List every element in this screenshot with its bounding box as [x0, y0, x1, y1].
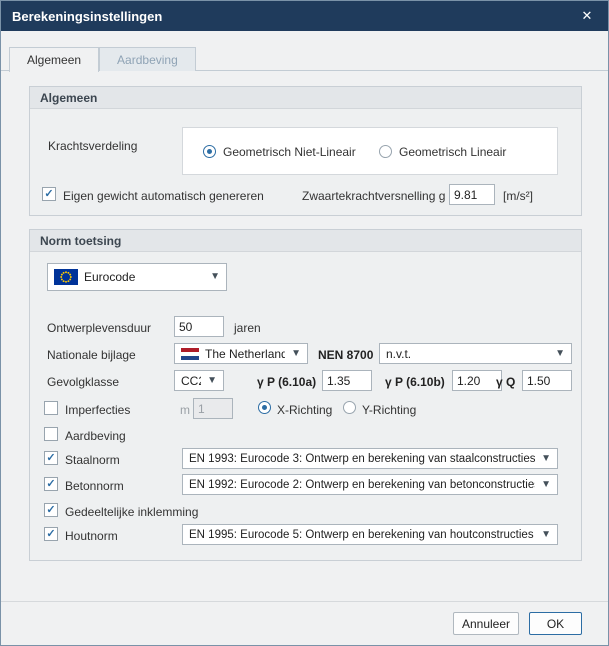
krachtsverdeling-label: Krachtsverdeling	[48, 139, 137, 153]
tab-algemeen-label: Algemeen	[27, 53, 81, 67]
staalnorm-label: Staalnorm	[65, 453, 120, 467]
footer-divider	[1, 601, 608, 602]
checkbox-aardbeving[interactable]	[44, 427, 58, 441]
titlebar[interactable]: Berekeningsinstellingen ✕	[1, 1, 608, 31]
ontwerplevensduur-unit: jaren	[234, 321, 261, 335]
radio-y-richting[interactable]	[343, 401, 356, 414]
checkbox-houtnorm[interactable]: ✓	[44, 527, 58, 541]
houtnorm-label: Houtnorm	[65, 529, 118, 543]
staalnorm-value: EN 1993: Eurocode 3: Ontwerp en berekeni…	[189, 453, 535, 465]
zwaartekracht-unit: [m/s²]	[503, 189, 533, 203]
dropdown-arrow-icon[interactable]: ▼	[541, 480, 551, 490]
radio-geometrisch-lineair[interactable]	[379, 145, 392, 158]
krachtsverdeling-panel: Geometrisch Niet-Lineair Geometrisch Lin…	[182, 127, 558, 175]
aardbeving-label: Aardbeving	[65, 429, 126, 443]
dialog-title: Berekeningsinstellingen	[12, 9, 162, 24]
ontwerplevensduur-input[interactable]	[174, 316, 224, 337]
betonnorm-label: Betonnorm	[65, 479, 124, 493]
nen8700-select[interactable]: n.v.t. ▼	[379, 343, 572, 364]
dropdown-arrow-icon[interactable]: ▼	[207, 376, 217, 386]
checkbox-staalnorm[interactable]: ✓	[44, 451, 58, 465]
check-icon: ✓	[46, 453, 55, 464]
check-icon: ✓	[46, 529, 55, 540]
checkbox-betonnorm[interactable]: ✓	[44, 477, 58, 491]
dropdown-arrow-icon[interactable]: ▼	[541, 454, 551, 464]
check-icon: ✓	[46, 505, 55, 516]
m-input	[193, 398, 233, 419]
close-icon[interactable]: ✕	[577, 8, 597, 24]
gamma-p-610b-input[interactable]	[452, 370, 502, 391]
dropdown-arrow-icon[interactable]: ▼	[210, 272, 220, 282]
zwaartekracht-input[interactable]	[449, 184, 495, 205]
nationale-bijlage-value: The Netherlands	[205, 347, 285, 361]
check-icon: ✓	[44, 189, 53, 200]
y-richting-label: Y-Richting	[362, 403, 416, 417]
gamma-p-610a-input[interactable]	[322, 370, 372, 391]
gamma-q-input[interactable]	[522, 370, 572, 391]
dialog-berekeningsinstellingen: Berekeningsinstellingen ✕ Algemeen Aardb…	[0, 0, 609, 646]
checkbox-gedeeltelijke-inklemming[interactable]: ✓	[44, 503, 58, 517]
radio-geometrisch-niet-lineair[interactable]	[203, 145, 216, 158]
ok-button-label: OK	[547, 617, 564, 631]
eu-flag-icon	[54, 269, 78, 285]
radio-geometrisch-niet-lineair-label: Geometrisch Niet-Lineair	[223, 145, 356, 159]
group-algemeen-title: Algemeen	[40, 91, 97, 105]
gedeeltelijke-inklemming-label: Gedeeltelijke inklemming	[65, 505, 198, 519]
gevolgklasse-select[interactable]: CC2 ▼	[174, 370, 224, 391]
cancel-button-label: Annuleer	[462, 617, 510, 631]
norm-code-select[interactable]: Eurocode ▼	[47, 263, 227, 291]
gevolgklasse-label: Gevolgklasse	[47, 375, 119, 389]
group-norm-title: Norm toetsing	[40, 234, 121, 248]
gamma-q-label: γ Q	[496, 375, 515, 389]
nen8700-value: n.v.t.	[386, 347, 411, 361]
nl-flag-icon	[181, 348, 199, 360]
checkbox-imperfecties[interactable]	[44, 401, 58, 415]
dropdown-arrow-icon[interactable]: ▼	[291, 349, 301, 359]
betonnorm-select[interactable]: EN 1992: Eurocode 2: Ontwerp en berekeni…	[182, 474, 558, 495]
betonnorm-value: EN 1992: Eurocode 2: Ontwerp en berekeni…	[189, 479, 535, 491]
houtnorm-value: EN 1995: Eurocode 5: Ontwerp en berekeni…	[189, 529, 534, 541]
tab-bar: Algemeen Aardbeving	[9, 47, 196, 72]
gamma-p-610a-label: γ P (6.10a)	[257, 375, 316, 389]
gevolgklasse-value: CC2	[181, 374, 201, 388]
group-algemeen-header: Algemeen	[30, 87, 581, 109]
group-algemeen: Algemeen Krachtsverdeling Geometrisch Ni…	[29, 86, 582, 216]
nen8700-label: NEN 8700	[318, 348, 373, 362]
radio-geometrisch-lineair-label: Geometrisch Lineair	[399, 145, 506, 159]
dropdown-arrow-icon[interactable]: ▼	[555, 349, 565, 359]
tab-aardbeving-label: Aardbeving	[117, 53, 178, 67]
ok-button[interactable]: OK	[529, 612, 582, 635]
dropdown-arrow-icon[interactable]: ▼	[541, 530, 551, 540]
checkbox-eigen-gewicht[interactable]: ✓	[42, 187, 56, 201]
nationale-bijlage-select[interactable]: The Netherlands ▼	[174, 343, 308, 364]
check-icon: ✓	[46, 479, 55, 490]
staalnorm-select[interactable]: EN 1993: Eurocode 3: Ontwerp en berekeni…	[182, 448, 558, 469]
tab-algemeen[interactable]: Algemeen	[9, 47, 99, 72]
m-label: m	[180, 403, 190, 417]
group-norm-toetsing: Norm toetsing Eurocode ▼ Ontwerplevensdu…	[29, 229, 582, 561]
cancel-button[interactable]: Annuleer	[453, 612, 519, 635]
houtnorm-select[interactable]: EN 1995: Eurocode 5: Ontwerp en berekeni…	[182, 524, 558, 545]
ontwerplevensduur-label: Ontwerplevensduur	[47, 321, 151, 335]
x-richting-label: X-Richting	[277, 403, 332, 417]
gamma-p-610b-label: γ P (6.10b)	[385, 375, 445, 389]
nationale-bijlage-label: Nationale bijlage	[47, 348, 136, 362]
tab-aardbeving[interactable]: Aardbeving	[99, 47, 196, 71]
eigen-gewicht-label: Eigen gewicht automatisch genereren	[63, 189, 264, 203]
zwaartekracht-label: Zwaartekrachtversnelling g	[302, 189, 445, 203]
radio-x-richting[interactable]	[258, 401, 271, 414]
norm-code-value: Eurocode	[84, 270, 135, 284]
imperfecties-label: Imperfecties	[65, 403, 130, 417]
group-norm-header: Norm toetsing	[30, 230, 581, 252]
